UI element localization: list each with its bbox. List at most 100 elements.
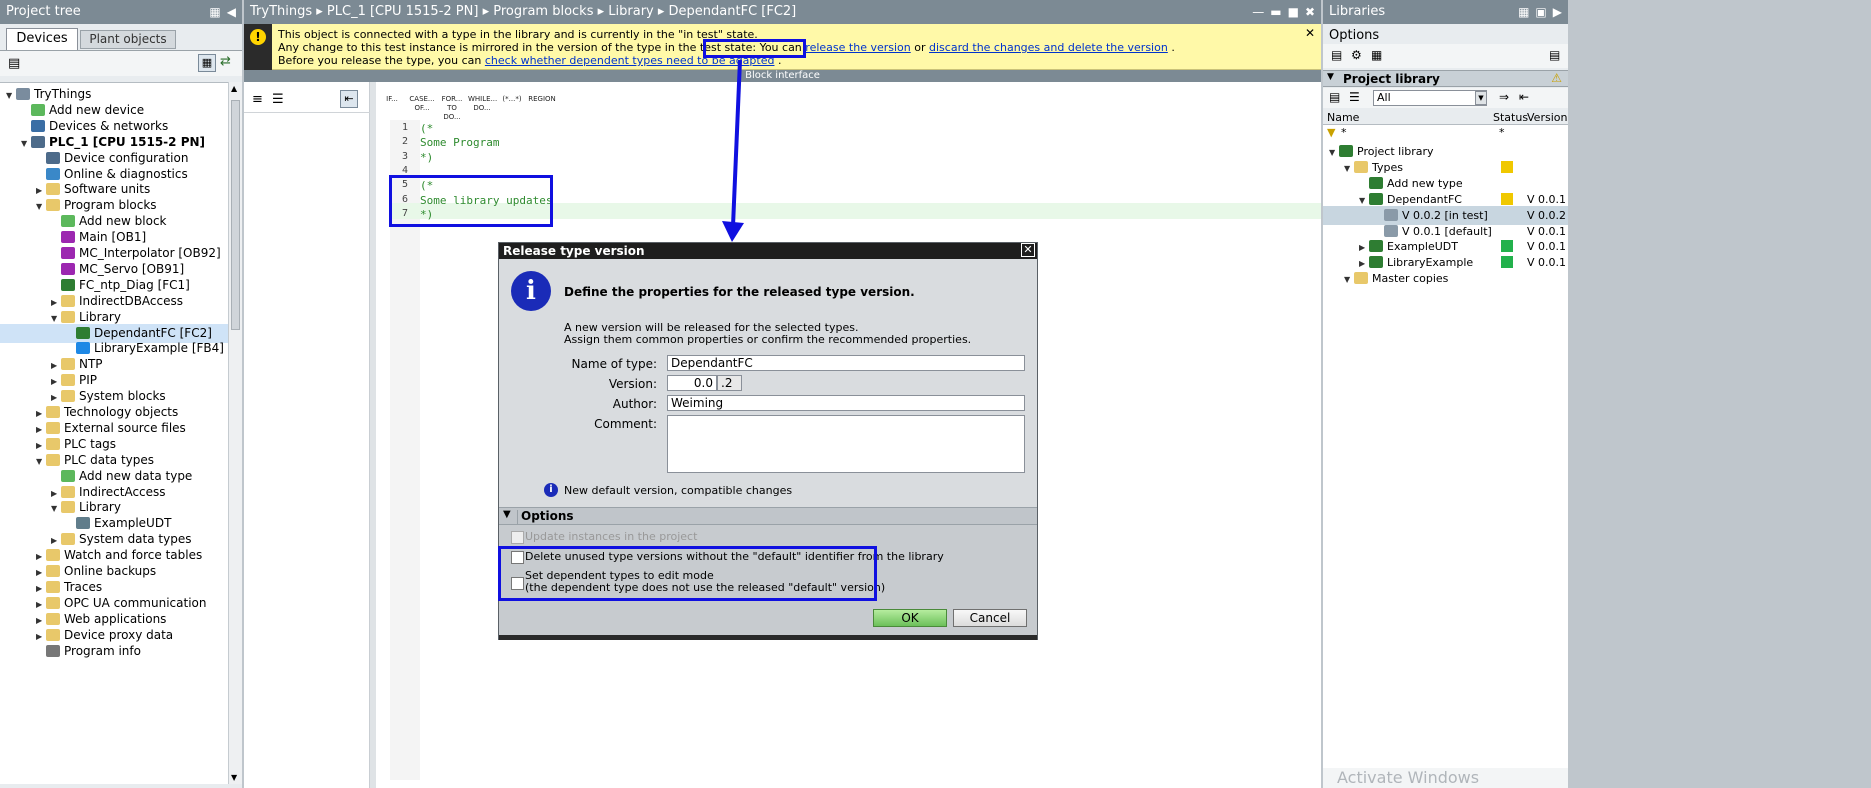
- code-line[interactable]: *): [420, 151, 433, 164]
- breadcrumb-item[interactable]: DependantFC [FC2]: [669, 4, 797, 19]
- tree-item-label: Program blocks: [64, 198, 157, 213]
- online-icon[interactable]: ⇄: [220, 54, 231, 69]
- folder-icon: [46, 628, 60, 641]
- splitter[interactable]: [370, 82, 376, 788]
- library-item-icon: [1354, 272, 1368, 285]
- col-status[interactable]: Status: [1493, 111, 1528, 124]
- tree-item-label: Watch and force tables: [64, 548, 203, 563]
- breadcrumb-item[interactable]: Library: [608, 4, 653, 19]
- panel-toggle-icon[interactable]: ▤: [1549, 48, 1560, 62]
- project-library-collapse-icon[interactable]: ▼: [1327, 72, 1334, 82]
- library-item-label: V 0.0.1 [default]: [1402, 224, 1492, 238]
- breadcrumb-item[interactable]: PLC_1 [CPU 1515-2 PN]: [327, 4, 479, 19]
- col-version[interactable]: Version: [1527, 111, 1567, 124]
- version-minor-field[interactable]: .2: [717, 375, 742, 391]
- close-editor-icon[interactable]: ✖: [1305, 0, 1315, 24]
- options-highlight-box: [498, 546, 877, 601]
- tree-item-label: IndirectAccess: [79, 484, 166, 499]
- discard-changes-link[interactable]: discard the changes and delete the versi…: [929, 41, 1168, 54]
- col-name[interactable]: Name: [1327, 111, 1359, 124]
- options-heading: Options: [1329, 28, 1380, 43]
- release-version-link[interactable]: release the version: [805, 41, 910, 54]
- tree-item-label: Add new data type: [79, 468, 193, 483]
- restore-icon[interactable]: ▬: [1270, 0, 1281, 24]
- library-item-label: Types: [1372, 160, 1403, 174]
- lib-tool-3-icon[interactable]: ⇒: [1499, 90, 1509, 104]
- info-small-icon: i: [544, 483, 558, 497]
- name-filter[interactable]: *: [1341, 126, 1347, 139]
- block-interface-bar[interactable]: Block interface: [244, 70, 1321, 82]
- lib-tool-4-icon[interactable]: ⇤: [1519, 90, 1529, 104]
- update-instances-label: Update instances in the project: [525, 530, 698, 543]
- compare-icon[interactable]: ⚙: [1351, 48, 1362, 62]
- tab-devices[interactable]: Devices: [6, 28, 78, 50]
- st-template-button[interactable]: FOR... TO DO...: [438, 90, 466, 121]
- dialog-title: Release type version: [503, 244, 645, 258]
- folder-icon: [46, 437, 60, 450]
- maximize-icon[interactable]: ■: [1288, 0, 1299, 24]
- collapse-left-icon[interactable]: ◀: [227, 0, 236, 24]
- scroll-thumb[interactable]: [231, 100, 240, 330]
- author-field[interactable]: Weiming: [667, 395, 1025, 411]
- ob-icon: [61, 247, 75, 259]
- st-template-button[interactable]: (*...*): [498, 90, 526, 118]
- dialog-titlebar: Release type version ✕: [499, 243, 1037, 259]
- collapse-pane-icon[interactable]: ⇤: [340, 90, 358, 108]
- lib-tool-2-icon[interactable]: ☰: [1349, 90, 1360, 104]
- st-template-button[interactable]: CASE... OF...: [408, 90, 436, 118]
- status-filter[interactable]: *: [1499, 126, 1505, 139]
- list-icon[interactable]: ☰: [272, 92, 284, 107]
- ok-button[interactable]: OK: [873, 609, 947, 627]
- filter-icon[interactable]: ▼: [1327, 126, 1335, 139]
- scroll-down-icon[interactable]: ▼: [231, 773, 237, 782]
- tree-scrollbar[interactable]: ▲ ▼: [228, 82, 242, 784]
- info-large-icon: i: [511, 271, 551, 311]
- cancel-button[interactable]: Cancel: [953, 609, 1027, 627]
- name-field[interactable]: DependantFC: [667, 355, 1025, 371]
- project-library-title: Project library: [1343, 72, 1440, 86]
- library-item-icon: [1354, 160, 1368, 173]
- filter-dropdown-icon[interactable]: ▼: [1475, 91, 1487, 105]
- open-library-icon[interactable]: ▦: [1371, 48, 1382, 62]
- tree-item-label: System data types: [79, 532, 192, 547]
- scroll-up-icon[interactable]: ▲: [231, 84, 237, 93]
- tree-item[interactable]: Program info: [0, 642, 228, 661]
- overview-icon[interactable]: ▦: [198, 54, 216, 72]
- folder-icon: [46, 565, 60, 577]
- lib-restore-icon[interactable]: ▦: [1518, 0, 1529, 24]
- st-template-button[interactable]: WHILE... DO...: [468, 90, 497, 118]
- library-item-icon: [1384, 224, 1398, 237]
- tab-plant-objects[interactable]: Plant objects: [80, 30, 176, 49]
- library-tree-item[interactable]: ▼ Master copies: [1323, 269, 1568, 288]
- tree-item-label: PLC data types: [64, 452, 155, 467]
- dialog-close-icon[interactable]: ✕: [1021, 243, 1035, 257]
- breadcrumb-item[interactable]: Program blocks: [493, 4, 593, 19]
- folder-icon: [46, 612, 60, 625]
- minimize-icon[interactable]: —: [1252, 0, 1264, 24]
- device-view-icon[interactable]: ▤: [8, 56, 20, 71]
- pin-icon[interactable]: ▦: [209, 0, 220, 24]
- comment-field[interactable]: [667, 415, 1025, 473]
- library-filter-select[interactable]: All: [1373, 90, 1487, 106]
- options-section-header[interactable]: ▼ Options: [499, 507, 1037, 525]
- code-line[interactable]: (*: [420, 122, 433, 135]
- outline-icon[interactable]: ≡: [252, 92, 263, 107]
- lib-collapse-icon[interactable]: ▶: [1553, 0, 1562, 24]
- st-template-button[interactable]: REGION: [528, 90, 556, 118]
- library-view-icon[interactable]: ▤: [1331, 48, 1342, 62]
- status-yellow-icon: [1501, 160, 1513, 173]
- expand-arrow-icon[interactable]: ▼: [1344, 270, 1354, 289]
- lib-tool-1-icon[interactable]: ▤: [1329, 90, 1340, 104]
- comment-label: Comment:: [594, 417, 657, 431]
- project-library-header[interactable]: ▼ Project library ⚠: [1323, 70, 1568, 87]
- st-template-button[interactable]: IF...: [378, 90, 406, 118]
- breadcrumb-item[interactable]: TryThings: [250, 4, 312, 19]
- code-line[interactable]: Some Program: [420, 136, 499, 149]
- close-notice-icon[interactable]: ✕: [1305, 26, 1315, 40]
- collapse-arrow-icon[interactable]: ▼: [503, 509, 511, 520]
- tree-item-label: OPC UA communication: [64, 595, 207, 610]
- update-instances-checkbox[interactable]: [511, 531, 524, 544]
- version-major-field[interactable]: 0.0: [667, 375, 717, 391]
- tree-item-label: TryThings: [34, 87, 92, 101]
- lib-pin-icon[interactable]: ▣: [1535, 0, 1546, 24]
